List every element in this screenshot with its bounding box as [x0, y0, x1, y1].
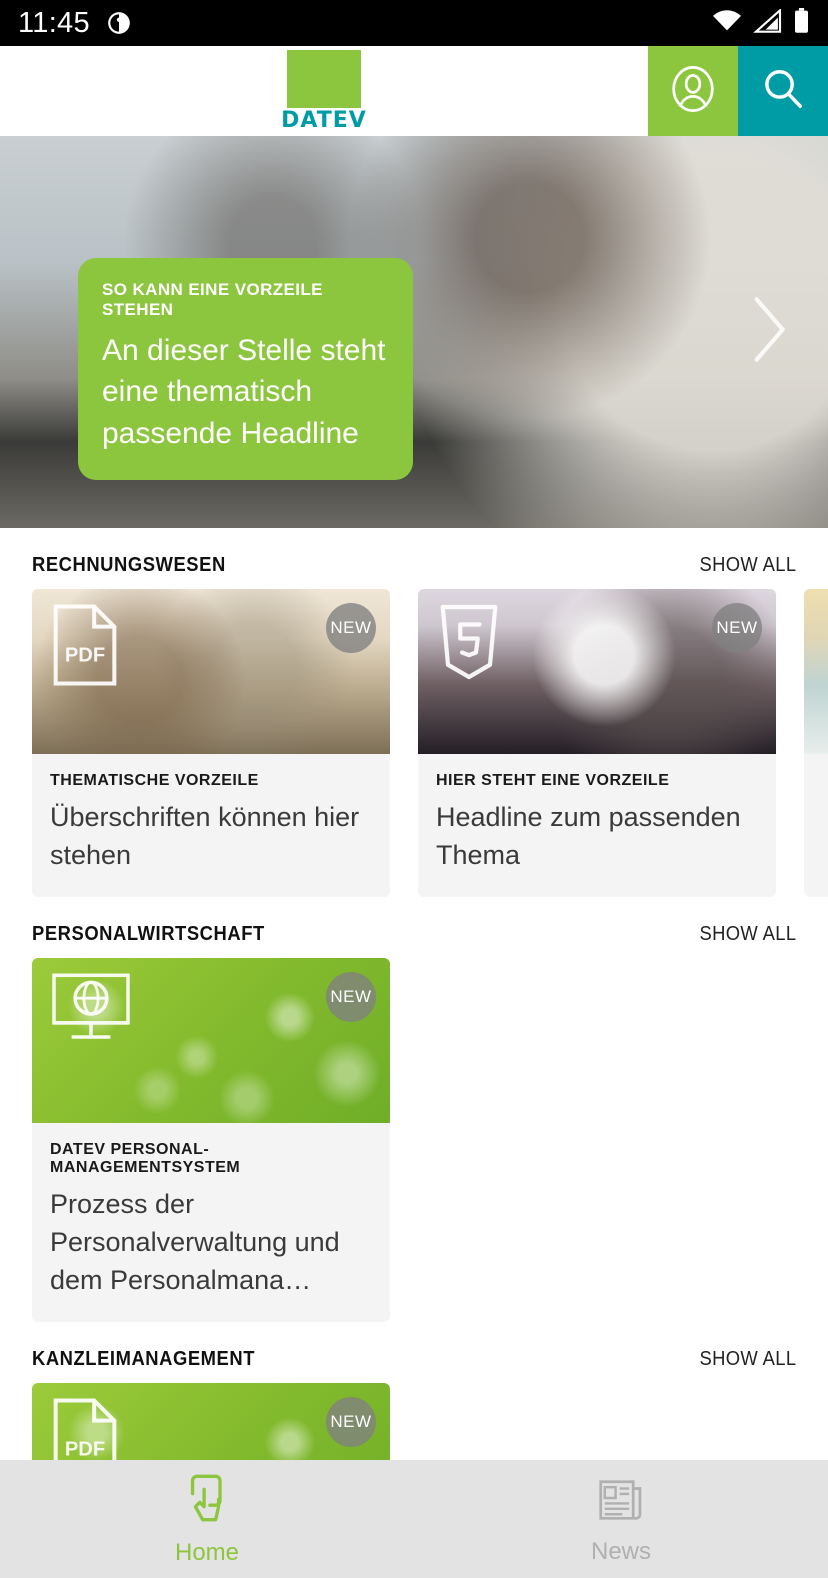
content-card[interactable]: NEW HIER STEHT EINE VORZEILE Headline zu…: [418, 589, 776, 897]
card-kicker: HIER STEHT EINE VORZEILE: [436, 772, 670, 789]
svg-text:PDF: PDF: [65, 1438, 105, 1460]
content-card-partial[interactable]: [804, 589, 828, 897]
card-body: DATEV PERSONAL-MANAGEMENTSYSTEM Prozess …: [32, 1123, 390, 1322]
chevron-right-icon: [748, 297, 790, 371]
card-row-personalwirtschaft[interactable]: NEW DATEV PERSONAL-MANAGEMENTSYSTEM Proz…: [0, 957, 828, 1322]
card-body: [804, 754, 828, 802]
content-area: RECHNUNGSWESEN SHOW ALL PDF NEW THEMATIS…: [0, 528, 828, 1578]
new-badge: NEW: [712, 603, 762, 653]
app-root: 11:45 DATEV SO KANN EINE VORZEILE STEHEN…: [0, 0, 828, 1578]
show-all-link[interactable]: SHOW ALL: [699, 1348, 796, 1371]
content-card[interactable]: PDF NEW THEMATISCHE VORZEILE Überschrift…: [32, 589, 390, 897]
section-title: PERSONALWIRTSCHAFT: [32, 922, 265, 945]
card-image: [804, 589, 828, 754]
notification-icon: [106, 10, 132, 36]
nav-item-news[interactable]: News: [414, 1460, 828, 1578]
card-body: HIER STEHT EINE VORZEILE Headline zum pa…: [418, 754, 776, 897]
section-header-kanzleimanagement: KANZLEIMANAGEMENT SHOW ALL: [0, 1322, 828, 1383]
section-header-personalwirtschaft: PERSONALWIRTSCHAFT SHOW ALL: [0, 897, 828, 958]
card-title: Überschriften können hier stehen: [50, 802, 360, 871]
battery-icon: [793, 7, 810, 39]
new-badge: NEW: [326, 603, 376, 653]
document-pdf-icon: PDF: [48, 601, 122, 694]
datev-logo-square: [287, 50, 361, 108]
svg-text:PDF: PDF: [65, 645, 105, 667]
show-all-link[interactable]: SHOW ALL: [699, 554, 796, 577]
nav-item-home[interactable]: Home: [0, 1460, 414, 1578]
search-icon: [760, 66, 806, 117]
card-image: PDF NEW: [32, 589, 390, 754]
card-title: Prozess der Personalverwaltung und dem P…: [50, 1188, 340, 1296]
card-kicker: THEMATISCHE VORZEILE: [50, 772, 259, 789]
card-row-rechnungswesen[interactable]: PDF NEW THEMATISCHE VORZEILE Überschrift…: [0, 589, 828, 897]
bottom-navigation: Home News: [0, 1460, 828, 1578]
new-badge: NEW: [326, 971, 376, 1022]
search-button[interactable]: [738, 46, 828, 136]
status-bar-indicators: [711, 7, 810, 39]
app-header: DATEV: [0, 46, 828, 136]
hero-headline: An dieser Stelle steht eine thematisch p…: [102, 334, 386, 450]
account-button[interactable]: [648, 46, 738, 136]
datev-logo[interactable]: DATEV: [0, 46, 648, 136]
new-badge: NEW: [326, 1396, 376, 1447]
section-title: KANZLEIMANAGEMENT: [32, 1347, 256, 1370]
html5-shield-icon: [434, 601, 504, 688]
datev-logo-wordmark: DATEV: [281, 108, 367, 133]
hero-callout[interactable]: SO KANN EINE VORZEILE STEHEN An dieser S…: [78, 258, 413, 481]
account-icon: [668, 64, 718, 119]
status-bar-clock: 11:45: [18, 6, 90, 39]
status-bar: 11:45: [0, 0, 828, 46]
card-title: Headline zum passenden Thema: [436, 802, 741, 871]
section-title: RECHNUNGSWESEN: [32, 554, 226, 576]
card-image: NEW: [418, 589, 776, 754]
hero-kicker: SO KANN EINE VORZEILE STEHEN: [102, 280, 323, 319]
card-image: NEW: [32, 957, 390, 1123]
card-kicker: DATEV PERSONAL-MANAGEMENTSYSTEM: [50, 1140, 241, 1176]
section-header-rechnungswesen: RECHNUNGSWESEN SHOW ALL: [0, 528, 828, 589]
cellular-signal-icon: [753, 7, 783, 38]
monitor-globe-icon: [48, 970, 134, 1049]
show-all-link[interactable]: SHOW ALL: [699, 923, 796, 946]
nav-label-home: Home: [174, 1538, 240, 1566]
hero-next-button[interactable]: [748, 293, 790, 372]
newspaper-icon: [598, 1473, 644, 1528]
content-card[interactable]: NEW DATEV PERSONAL-MANAGEMENTSYSTEM Proz…: [32, 957, 390, 1322]
nav-label-news: News: [590, 1537, 651, 1565]
card-body: THEMATISCHE VORZEILE Überschriften könne…: [32, 754, 390, 897]
wifi-icon: [711, 9, 743, 38]
tap-hand-icon: [185, 1472, 229, 1529]
hero-carousel[interactable]: SO KANN EINE VORZEILE STEHEN An dieser S…: [0, 136, 828, 528]
